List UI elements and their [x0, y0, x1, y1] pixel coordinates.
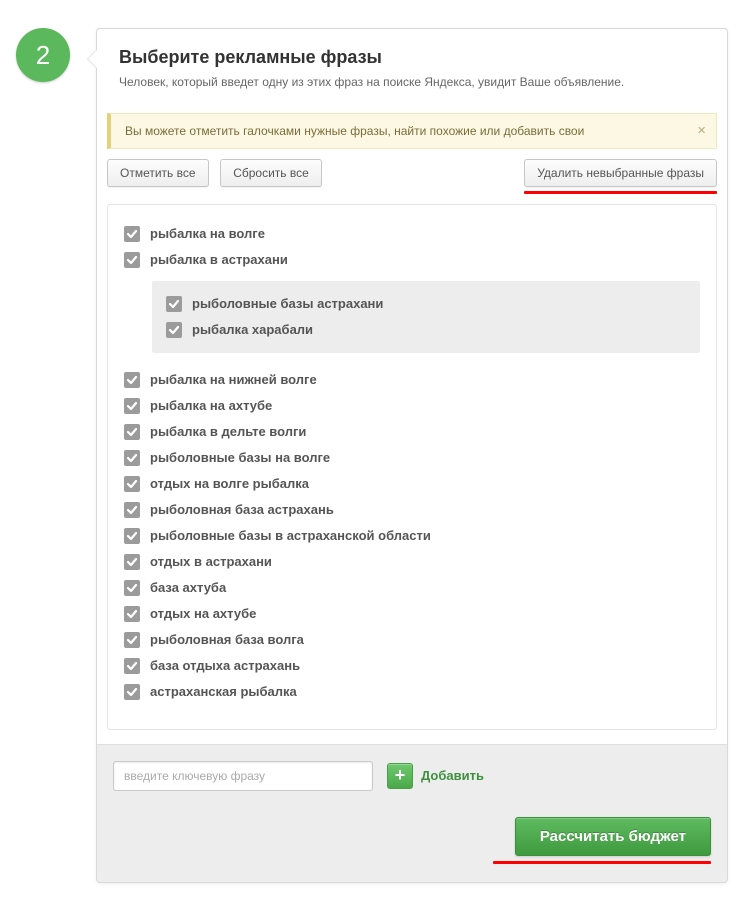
phrase-label: рыболовная база волга	[150, 632, 304, 647]
close-icon[interactable]: ×	[697, 122, 706, 139]
checkbox-icon[interactable]	[166, 322, 182, 338]
phrase-label: база ахтуба	[150, 580, 226, 595]
phrase-label: рыбалка на волге	[150, 226, 265, 241]
checkbox-icon[interactable]	[124, 554, 140, 570]
info-box: Вы можете отметить галочками нужные фраз…	[107, 113, 717, 149]
phrase-label: база отдыха астрахань	[150, 658, 300, 673]
checkbox-icon[interactable]	[124, 606, 140, 622]
phrase-label: отдых в астрахани	[150, 554, 272, 569]
phrase-item: рыболовные базы на волге	[124, 445, 700, 471]
checkbox-icon[interactable]	[124, 424, 140, 440]
checkbox-icon[interactable]	[124, 502, 140, 518]
delete-unselected-button[interactable]: Удалить невыбранные фразы	[524, 159, 717, 187]
reset-all-button[interactable]: Сбросить все	[220, 159, 322, 187]
phrase-label: астраханская рыбалка	[150, 684, 297, 699]
add-row: + Добавить	[113, 761, 711, 791]
phrase-item: рыбалка в астрахани	[124, 247, 700, 273]
phrase-item: отдых в астрахани	[124, 549, 700, 575]
info-text: Вы можете отметить галочками нужные фраз…	[125, 124, 584, 138]
phrase-item: база отдыха астрахань	[124, 653, 700, 679]
phrase-item: рыбалка на ахтубе	[124, 393, 700, 419]
calculate-budget-button[interactable]: Рассчитать бюджет	[515, 817, 711, 856]
highlight-underline-calc	[493, 861, 711, 864]
phrase-item: база ахтуба	[124, 575, 700, 601]
sub-phrase-group: рыболовные базы астрахани рыбалка харабал…	[152, 281, 700, 353]
checkbox-icon[interactable]	[124, 226, 140, 242]
phrase-item: рыбалка харабали	[166, 317, 686, 343]
checkbox-icon[interactable]	[166, 296, 182, 312]
delete-unselected-wrap: Удалить невыбранные фразы	[524, 159, 717, 194]
phrase-item: рыболовная база волга	[124, 627, 700, 653]
checkbox-icon[interactable]	[124, 476, 140, 492]
phrases-box: рыбалка на волге рыбалка в астрахани рыбо…	[107, 204, 717, 730]
panel-header: Выберите рекламные фразы Человек, которы…	[97, 29, 727, 103]
main-panel: Выберите рекламные фразы Человек, которы…	[96, 28, 728, 883]
checkbox-icon[interactable]	[124, 580, 140, 596]
step-number: 2	[36, 40, 50, 71]
calc-row: Рассчитать бюджет	[113, 817, 711, 864]
checkbox-icon[interactable]	[124, 684, 140, 700]
footer-bar: + Добавить Рассчитать бюджет	[97, 744, 727, 882]
phrase-item: отдых на волге рыбалка	[124, 471, 700, 497]
phrase-label: рыбалка харабали	[192, 322, 313, 337]
add-label[interactable]: Добавить	[421, 768, 484, 783]
phrase-label: рыбалка в дельте волги	[150, 424, 306, 439]
phrase-item: рыбалка на волге	[124, 221, 700, 247]
highlight-underline	[524, 191, 717, 194]
phrase-item: отдых на ахтубе	[124, 601, 700, 627]
panel-title: Выберите рекламные фразы	[119, 47, 705, 68]
checkbox-icon[interactable]	[124, 528, 140, 544]
phrase-label: отдых на волге рыбалка	[150, 476, 309, 491]
phrase-label: рыболовная база астрахань	[150, 502, 334, 517]
mark-all-button[interactable]: Отметить все	[107, 159, 209, 187]
checkbox-icon[interactable]	[124, 398, 140, 414]
button-row: Отметить все Сбросить все Удалить невыбр…	[97, 149, 727, 194]
phrase-label: рыбалка в астрахани	[150, 252, 288, 267]
phrase-label: рыболовные базы на волге	[150, 450, 330, 465]
checkbox-icon[interactable]	[124, 632, 140, 648]
checkbox-icon[interactable]	[124, 658, 140, 674]
keyword-input[interactable]	[113, 761, 373, 791]
checkbox-icon[interactable]	[124, 450, 140, 466]
phrase-item: рыбалка на нижней волге	[124, 367, 700, 393]
phrase-item: астраханская рыбалка	[124, 679, 700, 705]
phrase-label: рыбалка на нижней волге	[150, 372, 317, 387]
phrase-label: рыбалка на ахтубе	[150, 398, 272, 413]
phrase-item: рыболовная база астрахань	[124, 497, 700, 523]
phrase-label: отдых на ахтубе	[150, 606, 256, 621]
checkbox-icon[interactable]	[124, 252, 140, 268]
phrase-item: рыболовные базы в астраханской области	[124, 523, 700, 549]
phrase-item: рыбалка в дельте волги	[124, 419, 700, 445]
phrase-label: рыболовные базы астрахани	[192, 296, 383, 311]
left-buttons: Отметить все Сбросить все	[107, 159, 322, 187]
step-badge: 2	[16, 28, 70, 82]
add-plus-button[interactable]: +	[387, 763, 413, 789]
phrase-label: рыболовные базы в астраханской области	[150, 528, 431, 543]
panel-subtitle: Человек, который введет одну из этих фра…	[119, 74, 705, 91]
checkbox-icon[interactable]	[124, 372, 140, 388]
phrase-item: рыболовные базы астрахани	[166, 291, 686, 317]
